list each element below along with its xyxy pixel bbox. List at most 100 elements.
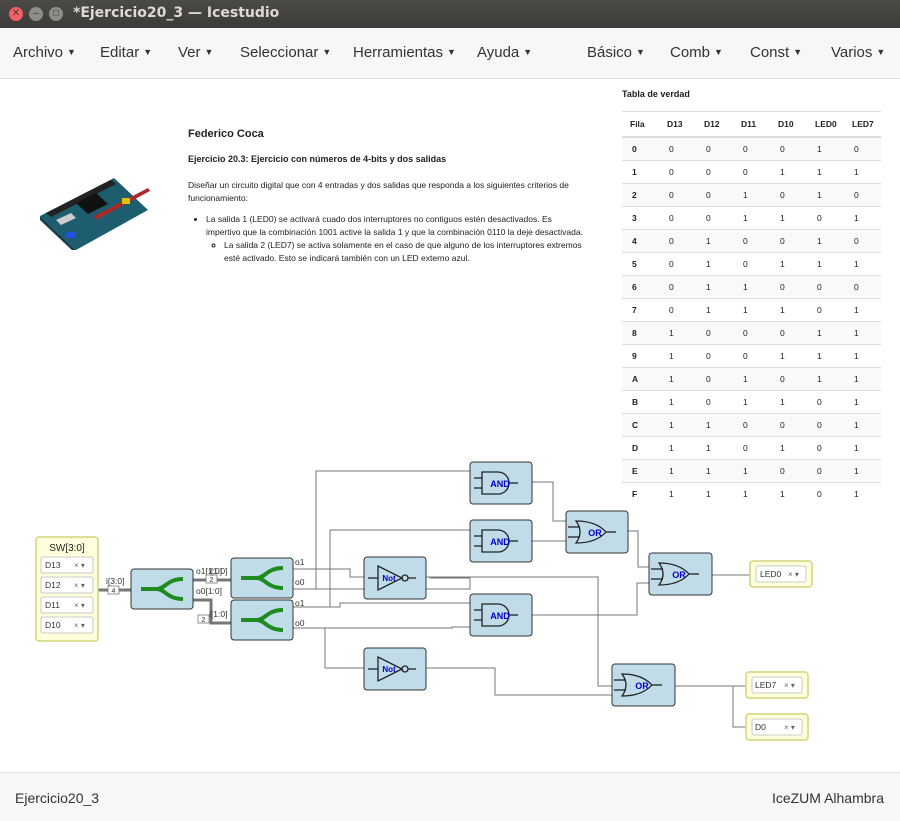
table-cell: 1 [770, 160, 807, 184]
and-gate-3[interactable]: AND [469, 593, 533, 637]
svg-text:Not: Not [382, 574, 396, 583]
svg-text:AND: AND [490, 611, 510, 621]
table-row: 1000111 [622, 160, 881, 184]
table-cell: 7 [622, 298, 659, 322]
board-selector[interactable]: IceZUM Alhambra [772, 790, 884, 806]
table-cell: 1 [770, 206, 807, 230]
table-cell: 1 [733, 390, 770, 414]
menu-seleccionar[interactable]: Seleccionar ▼ [240, 44, 331, 61]
close-icon[interactable]: ✕ [9, 7, 23, 21]
table-cell: 0 [696, 367, 733, 391]
table-cell: 1 [733, 275, 770, 299]
splitter-low[interactable] [230, 599, 294, 641]
table-cell: 0 [770, 367, 807, 391]
table-header: D12 [696, 111, 733, 138]
svg-text:× ▾: × ▾ [784, 723, 795, 732]
input-pin-select[interactable]: D10 × ▾ [40, 616, 94, 634]
menu-comb[interactable]: Comb ▼ [670, 44, 723, 61]
input-pin-select[interactable]: D13 × ▾ [40, 556, 94, 574]
table-cell: 0 [807, 413, 844, 437]
table-cell: 1 [733, 367, 770, 391]
table-cell: 0 [733, 252, 770, 276]
table-cell: 8 [622, 321, 659, 345]
criteria-list: La salida 1 (LED0) se activará cuado dos… [188, 213, 588, 265]
not-gate-1[interactable]: Not [363, 556, 427, 600]
svg-text:OR: OR [588, 528, 602, 538]
table-cell: 1 [807, 183, 844, 207]
table-row: 6011000 [622, 275, 881, 299]
output-led7[interactable]: LED7 × ▾ [745, 671, 809, 699]
table-cell: 1 [659, 344, 696, 368]
table-cell: 1 [844, 390, 881, 414]
table-cell: 1 [770, 390, 807, 414]
table-cell: 1 [659, 321, 696, 345]
table-cell: 1 [622, 160, 659, 184]
table-cell: 3 [622, 206, 659, 230]
or-gate-2[interactable]: OR [648, 552, 713, 596]
table-cell: 0 [733, 136, 770, 161]
and-gate-2[interactable]: AND [469, 519, 533, 563]
input-pin-select[interactable]: D12 × ▾ [40, 576, 94, 594]
table-cell: A [622, 367, 659, 391]
table-cell: 1 [696, 252, 733, 276]
table-cell: 1 [659, 390, 696, 414]
input-pin-select[interactable]: D11 × ▾ [40, 596, 94, 614]
table-cell: 1 [696, 275, 733, 299]
output-d0[interactable]: D0 × ▾ [745, 713, 809, 741]
menu-varios[interactable]: Varios ▼ [831, 44, 885, 61]
table-cell: 0 [844, 275, 881, 299]
or-gate-1[interactable]: OR [565, 510, 629, 554]
and-gate-1[interactable]: AND [469, 461, 533, 505]
svg-text:2: 2 [210, 577, 214, 584]
table-header: LED0 [807, 111, 844, 138]
table-header: LED7 [844, 111, 881, 138]
table-cell: 5 [622, 252, 659, 276]
table-cell: 1 [844, 321, 881, 345]
menu-archivo[interactable]: Archivo ▼ [13, 44, 76, 61]
table-cell: 9 [622, 344, 659, 368]
minimize-icon[interactable]: – [29, 7, 43, 21]
maximize-icon[interactable]: □ [49, 7, 63, 21]
menu-const[interactable]: Const ▼ [750, 44, 802, 61]
svg-text:× ▾: × ▾ [74, 601, 85, 610]
input-block-sw[interactable]: SW[3:0] D13 × ▾ D12 × ▾ D11 × ▾ D10 × ▾ [35, 536, 99, 642]
or-gate-3[interactable]: OR [611, 663, 676, 707]
splitter-high[interactable] [230, 557, 294, 599]
table-cell: 0 [733, 344, 770, 368]
svg-text:AND: AND [490, 537, 510, 547]
table-row: 9100111 [622, 344, 881, 368]
table-cell: 1 [844, 298, 881, 322]
circuit-canvas[interactable]: SW[3:0] D13 × ▾D12 × ▾D11 × ▾D10 × ▾ i[3:0] … [0, 455, 900, 770]
table-cell: 1 [659, 413, 696, 437]
table-cell: 0 [770, 321, 807, 345]
splitter-main[interactable] [130, 568, 194, 610]
menu-ver[interactable]: Ver ▼ [178, 44, 213, 61]
table-cell: 0 [807, 275, 844, 299]
table-cell: 1 [807, 229, 844, 253]
menu-ayuda[interactable]: Ayuda ▼ [477, 44, 532, 61]
table-cell: 1 [807, 367, 844, 391]
table-cell: 1 [733, 298, 770, 322]
table-row: 5010111 [622, 252, 881, 276]
table-row: B101101 [622, 390, 881, 414]
not-gate-2[interactable]: Not [363, 647, 427, 691]
table-cell: 0 [733, 321, 770, 345]
svg-text:OR: OR [635, 681, 649, 691]
table-cell: 1 [696, 229, 733, 253]
menu-herramientas[interactable]: Herramientas ▼ [353, 44, 456, 61]
menu-basico[interactable]: Básico ▼ [587, 44, 645, 61]
table-cell: 1 [696, 298, 733, 322]
table-cell: 1 [770, 344, 807, 368]
table-row: C110001 [622, 413, 881, 437]
table-cell: 1 [844, 252, 881, 276]
table-row: 3001101 [622, 206, 881, 230]
output-led0[interactable]: LED0 × ▾ [749, 560, 813, 588]
svg-text:D11: D11 [45, 600, 60, 610]
truth-table: Fila D13 D12 D11 D10 LED0 LED7 000001010001112… [622, 111, 881, 505]
table-cell: 0 [696, 344, 733, 368]
table-cell: 1 [844, 160, 881, 184]
table-cell: 0 [770, 275, 807, 299]
svg-text:i[1:0]: i[1:0] [209, 566, 227, 576]
menu-editar[interactable]: Editar ▼ [100, 44, 152, 61]
table-row: 4010010 [622, 229, 881, 253]
